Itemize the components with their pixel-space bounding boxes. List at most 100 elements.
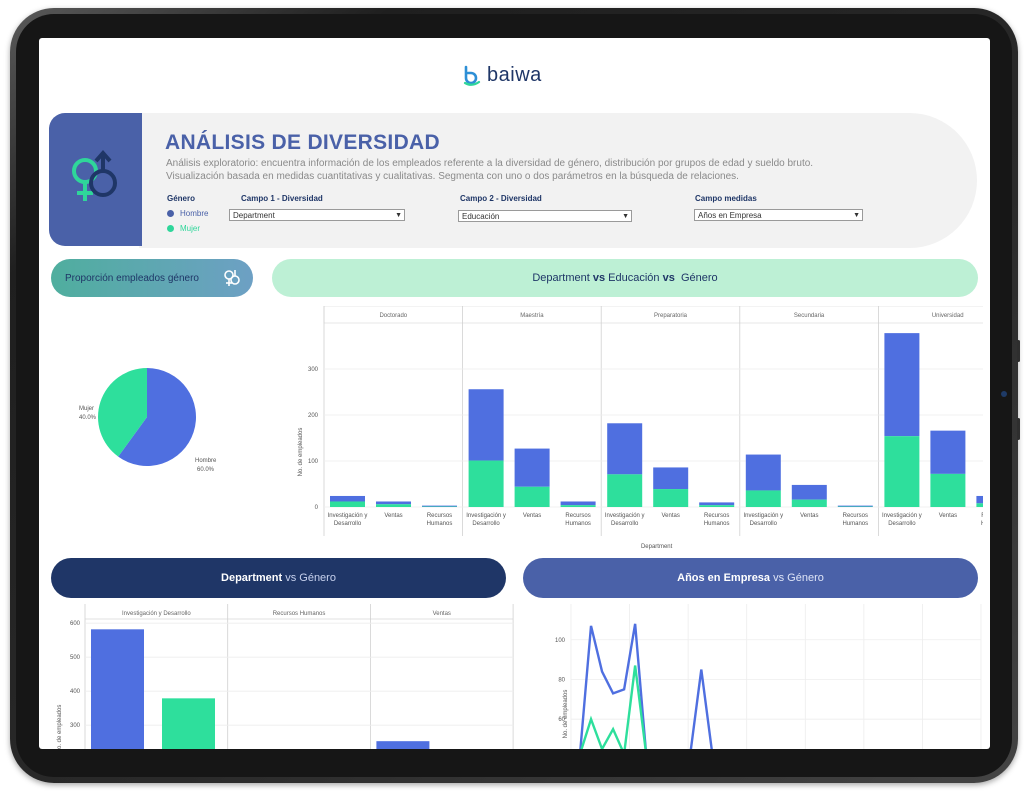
bar-mujer bbox=[745, 490, 781, 507]
chevron-down-icon: ▼ bbox=[853, 212, 860, 219]
x-axis-label: Department bbox=[641, 544, 673, 550]
bar-hombre bbox=[468, 389, 504, 461]
gender-legend-title: Género bbox=[167, 194, 196, 203]
bar-mujer bbox=[468, 460, 504, 507]
bar-mujer bbox=[376, 504, 411, 507]
chevron-down-icon: ▼ bbox=[395, 212, 402, 219]
y-tick-label: 0 bbox=[315, 505, 319, 511]
x-tick-label: Desarrollo bbox=[472, 521, 500, 527]
x-tick-label: Humanos bbox=[427, 521, 453, 527]
bar-mujer bbox=[791, 499, 827, 507]
bar-hombre bbox=[653, 467, 689, 490]
dept-edu-title-a: Department bbox=[532, 272, 590, 284]
y-tick-label: 80 bbox=[558, 677, 565, 683]
y-tick-label: 500 bbox=[70, 655, 81, 661]
y-tick-label: 200 bbox=[308, 413, 319, 419]
years-gender-card: Años en Empresa vs Género bbox=[523, 558, 978, 598]
bar-mujer bbox=[162, 698, 215, 749]
x-tick-label: Ventas bbox=[939, 513, 957, 519]
bar-hombre bbox=[422, 505, 457, 507]
x-tick-label: Recursos bbox=[843, 513, 868, 519]
bar-mujer bbox=[560, 505, 596, 507]
bar-hombre bbox=[930, 430, 966, 474]
legend-label-mujer: Mujer bbox=[180, 224, 201, 233]
gender-proportion-title: Proporción empleados género bbox=[65, 272, 199, 284]
bar-hombre bbox=[330, 495, 365, 502]
legend-item-mujer[interactable]: Mujer bbox=[167, 224, 200, 233]
x-tick-label: Humanos bbox=[842, 521, 868, 527]
dept-edu-vs1: vs bbox=[589, 272, 609, 284]
bar-mujer bbox=[653, 489, 689, 507]
brand-name: baiwa bbox=[487, 64, 542, 86]
bar-mujer bbox=[976, 503, 983, 507]
dept-gender-title-b: vs Género bbox=[282, 572, 336, 584]
bar-hombre bbox=[791, 484, 827, 500]
y-tick-label: 300 bbox=[70, 723, 81, 729]
x-tick-label: Investigación y bbox=[605, 513, 645, 519]
pie-label-mujer: Mujer bbox=[79, 406, 94, 412]
campo1-value: Department bbox=[233, 211, 275, 220]
legend-item-hombre[interactable]: Hombre bbox=[167, 209, 208, 218]
facet-label-2: Preparatoria bbox=[654, 313, 688, 319]
header-icon-panel bbox=[49, 113, 142, 246]
campo1-select[interactable]: Department ▼ bbox=[229, 209, 405, 221]
medidas-value: Años en Empresa bbox=[698, 211, 762, 220]
bar-hombre bbox=[837, 505, 873, 507]
bar-hombre bbox=[607, 423, 643, 475]
x-tick-label: Desarrollo bbox=[750, 521, 778, 527]
mujer-swatch-icon bbox=[167, 225, 174, 232]
x-tick-label: Ventas bbox=[800, 513, 818, 519]
x-tick-label: Desarrollo bbox=[334, 521, 362, 527]
bar-hombre bbox=[745, 454, 781, 491]
y-tick-label: 400 bbox=[70, 689, 81, 695]
x-tick-label: Desarrollo bbox=[611, 521, 639, 527]
gender-pie-chart: Hombre 60.0% Mujer 40.0% bbox=[79, 368, 217, 473]
facet-label-1: Recursos Humanos bbox=[273, 611, 326, 617]
pie-label-hombre: Hombre bbox=[195, 458, 217, 464]
hombre-swatch-icon bbox=[167, 210, 174, 217]
facet-label-4: Universidad bbox=[932, 313, 964, 319]
facet-label-0: Doctorado bbox=[379, 313, 407, 319]
volume-down-button bbox=[1017, 418, 1020, 440]
bar-mujer bbox=[607, 474, 643, 507]
x-tick-label: Humanos bbox=[565, 521, 591, 527]
dept-edu-title-c: Género bbox=[677, 272, 718, 284]
bar-hombre bbox=[699, 502, 735, 506]
camera-icon bbox=[1001, 391, 1007, 397]
dept-gender-card: Department vs Género bbox=[51, 558, 506, 598]
x-tick-label: Investigación y bbox=[882, 513, 922, 519]
bar-mujer bbox=[699, 505, 735, 507]
bar-hombre bbox=[976, 495, 983, 504]
x-tick-label: Humanos bbox=[981, 521, 983, 527]
campo1-label: Campo 1 - Diversidad bbox=[241, 194, 323, 203]
x-tick-label: Humanos bbox=[704, 521, 730, 527]
y-axis-label: No. de empleados bbox=[563, 690, 569, 739]
dept-edu-gender-chart: Doctorado Maestría Preparatoria Secundaria U… bbox=[298, 306, 983, 550]
dashboard-screen: baiwa ANÁLISIS DE DIVERSIDAD Análisis ex… bbox=[39, 38, 990, 749]
campo2-select[interactable]: Educación ▼ bbox=[458, 210, 632, 222]
dept-edu-gender-card: Department vs Educación vs Género bbox=[272, 259, 978, 297]
facet-label-3: Secundaria bbox=[794, 313, 825, 319]
medidas-select[interactable]: Años en Empresa ▼ bbox=[694, 209, 863, 221]
dept-edu-title-b: Educación bbox=[608, 272, 660, 284]
x-tick-label: Investigación y bbox=[743, 513, 783, 519]
medidas-label: Campo medidas bbox=[695, 194, 757, 203]
x-tick-label: Ventas bbox=[662, 513, 680, 519]
y-tick-label: 300 bbox=[308, 367, 319, 373]
pie-value-hombre: 60.0% bbox=[197, 467, 215, 473]
y-axis-label: No. de empleados bbox=[57, 705, 63, 749]
bar-hombre bbox=[884, 333, 920, 437]
y-tick-label: 600 bbox=[70, 621, 81, 627]
x-tick-label: Ventas bbox=[523, 513, 541, 519]
bar-hombre bbox=[514, 448, 550, 487]
y-tick-label: 100 bbox=[555, 638, 566, 644]
gender-small-icon bbox=[224, 270, 240, 286]
facet-label-2: Ventas bbox=[433, 611, 451, 617]
chevron-down-icon: ▼ bbox=[622, 213, 629, 220]
x-tick-label: Investigación y bbox=[466, 513, 506, 519]
pie-value-mujer: 40.0% bbox=[79, 415, 97, 421]
bar-hombre bbox=[376, 741, 430, 749]
dept-gender-title-a: Department bbox=[221, 572, 283, 584]
years-gender-chart: 6080100No. de empleados bbox=[555, 604, 982, 749]
gender-icon bbox=[71, 149, 117, 201]
